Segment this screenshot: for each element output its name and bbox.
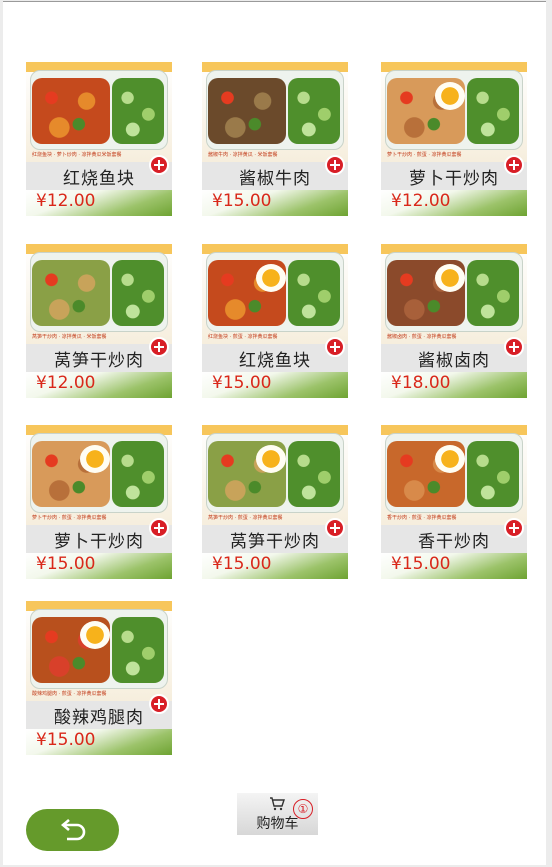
add-to-cart-button[interactable] <box>149 518 169 538</box>
add-to-cart-button[interactable] <box>149 155 169 175</box>
fried-egg <box>256 445 286 473</box>
dish-price: ¥15.00 <box>391 554 451 574</box>
return-arrow-icon <box>60 819 86 841</box>
menu-item-card[interactable]: 萝卜干炒肉 · 煎蛋 · 凉拌黄瓜套餐 萝卜干炒肉 ¥12.00 <box>381 62 527 216</box>
dish-price: ¥12.00 <box>36 373 96 393</box>
cart-label: 购物车 <box>256 816 299 832</box>
dish-photo: 酸辣鸡腿肉 · 煎蛋 · 凉拌黄瓜套餐 <box>26 601 172 701</box>
menu-item-card[interactable]: 酸辣鸡腿肉 · 煎蛋 · 凉拌黄瓜套餐 酸辣鸡腿肉 ¥15.00 <box>26 601 172 755</box>
cart-button[interactable]: ① 购物车 <box>237 793 318 835</box>
dish-photo: 萝卜干炒肉 · 煎蛋 · 凉拌黄瓜套餐 <box>381 62 527 162</box>
dish-photo: 红烧鱼块 · 萝卜炒肉 · 凉拌黄瓜米饭套餐 <box>26 62 172 162</box>
dish-caption: 萝卜干炒肉 · 煎蛋 · 凉拌黄瓜套餐 <box>32 515 107 521</box>
dish-caption: 莴笋干炒肉 · 凉拌黄瓜 · 米饭套餐 <box>32 334 107 340</box>
menu-item-card[interactable]: 酱椒卤肉 · 煎蛋 · 凉拌黄瓜套餐 酱椒卤肉 ¥18.00 <box>381 244 527 398</box>
dish-photo: 红烧鱼块 · 煎蛋 · 凉拌黄瓜套餐 <box>202 244 348 344</box>
fried-egg <box>80 445 110 473</box>
fried-egg <box>80 621 110 649</box>
fried-egg <box>256 264 286 292</box>
dish-price: ¥15.00 <box>36 554 96 574</box>
menu-item-card[interactable]: 红烧鱼块 · 煎蛋 · 凉拌黄瓜套餐 红烧鱼块 ¥15.00 <box>202 244 348 398</box>
dish-caption: 红烧鱼块 · 萝卜炒肉 · 凉拌黄瓜米饭套餐 <box>32 152 122 158</box>
add-to-cart-button[interactable] <box>325 337 345 357</box>
dish-photo: 酱椒牛肉 · 凉拌黄瓜 · 米饭套餐 <box>202 62 348 162</box>
menu-screen: 红烧鱼块 · 萝卜炒肉 · 凉拌黄瓜米饭套餐 红烧鱼块 ¥12.00 酱椒牛肉 … <box>3 1 546 865</box>
menu-item-card[interactable]: 酱椒牛肉 · 凉拌黄瓜 · 米饭套餐 酱椒牛肉 ¥15.00 <box>202 62 348 216</box>
add-to-cart-button[interactable] <box>149 694 169 714</box>
menu-item-card[interactable]: 莴笋干炒肉 · 凉拌黄瓜 · 米饭套餐 莴笋干炒肉 ¥12.00 <box>26 244 172 398</box>
dish-price: ¥15.00 <box>212 191 272 211</box>
fried-egg <box>435 82 465 110</box>
dish-caption: 香干炒肉 · 煎蛋 · 凉拌黄瓜套餐 <box>387 515 457 521</box>
dish-photo: 香干炒肉 · 煎蛋 · 凉拌黄瓜套餐 <box>381 425 527 525</box>
dish-caption: 萝卜干炒肉 · 煎蛋 · 凉拌黄瓜套餐 <box>387 152 462 158</box>
dish-photo: 萝卜干炒肉 · 煎蛋 · 凉拌黄瓜套餐 <box>26 425 172 525</box>
dish-price: ¥18.00 <box>391 373 451 393</box>
add-to-cart-button[interactable] <box>325 155 345 175</box>
back-button[interactable] <box>26 809 119 851</box>
add-to-cart-button[interactable] <box>325 518 345 538</box>
dish-price: ¥12.00 <box>36 191 96 211</box>
fried-egg <box>435 264 465 292</box>
dish-photo: 酱椒卤肉 · 煎蛋 · 凉拌黄瓜套餐 <box>381 244 527 344</box>
dish-price: ¥15.00 <box>212 554 272 574</box>
dish-photo: 莴笋干炒肉 · 凉拌黄瓜 · 米饭套餐 <box>26 244 172 344</box>
fried-egg <box>435 445 465 473</box>
dish-price: ¥15.00 <box>36 730 96 750</box>
dish-caption: 红烧鱼块 · 煎蛋 · 凉拌黄瓜套餐 <box>208 334 278 340</box>
dish-price: ¥12.00 <box>391 191 451 211</box>
cart-icon <box>270 797 285 811</box>
dish-caption: 酸辣鸡腿肉 · 煎蛋 · 凉拌黄瓜套餐 <box>32 691 107 697</box>
menu-item-card[interactable]: 香干炒肉 · 煎蛋 · 凉拌黄瓜套餐 香干炒肉 ¥15.00 <box>381 425 527 579</box>
add-to-cart-button[interactable] <box>504 518 524 538</box>
dish-caption: 莴笋干炒肉 · 煎蛋 · 凉拌黄瓜套餐 <box>208 515 283 521</box>
add-to-cart-button[interactable] <box>504 155 524 175</box>
menu-item-card[interactable]: 萝卜干炒肉 · 煎蛋 · 凉拌黄瓜套餐 萝卜干炒肉 ¥15.00 <box>26 425 172 579</box>
dish-photo: 莴笋干炒肉 · 煎蛋 · 凉拌黄瓜套餐 <box>202 425 348 525</box>
menu-item-card[interactable]: 莴笋干炒肉 · 煎蛋 · 凉拌黄瓜套餐 莴笋干炒肉 ¥15.00 <box>202 425 348 579</box>
dish-caption: 酱椒卤肉 · 煎蛋 · 凉拌黄瓜套餐 <box>387 334 457 340</box>
menu-item-card[interactable]: 红烧鱼块 · 萝卜炒肉 · 凉拌黄瓜米饭套餐 红烧鱼块 ¥12.00 <box>26 62 172 216</box>
dish-caption: 酱椒牛肉 · 凉拌黄瓜 · 米饭套餐 <box>208 152 278 158</box>
dish-price: ¥15.00 <box>212 373 272 393</box>
add-to-cart-button[interactable] <box>149 337 169 357</box>
add-to-cart-button[interactable] <box>504 337 524 357</box>
